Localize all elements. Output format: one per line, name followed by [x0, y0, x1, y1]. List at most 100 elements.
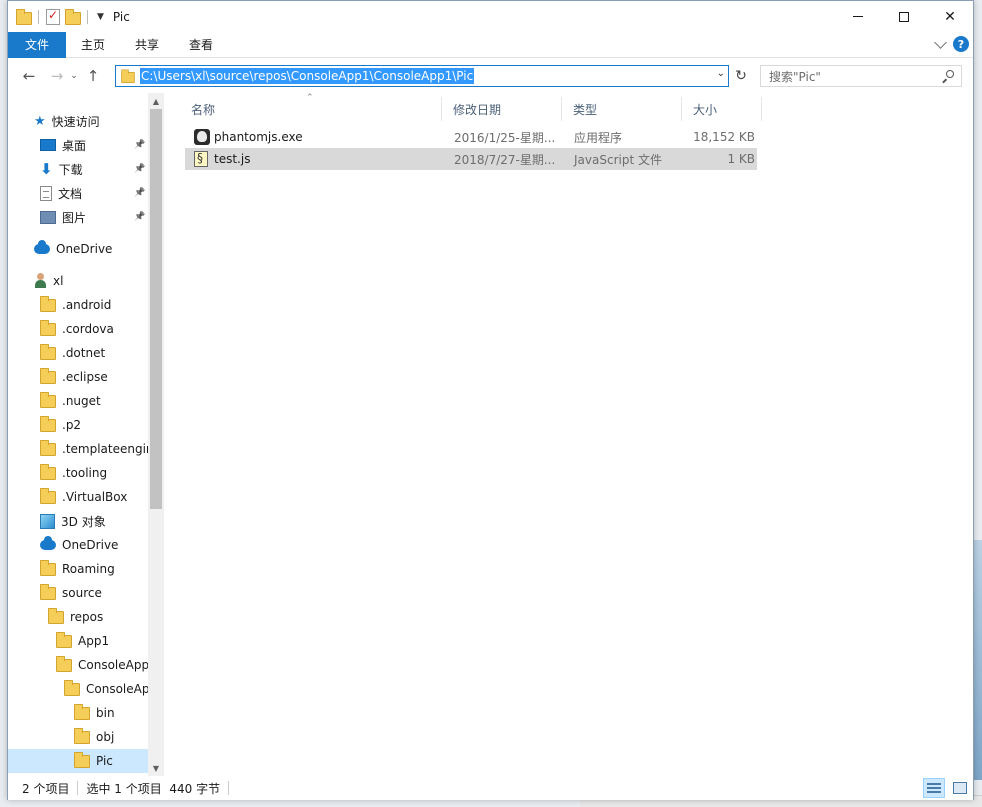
- folder-icon: [40, 391, 56, 408]
- expand-ribbon-chevron-icon[interactable]: [934, 35, 947, 49]
- tab-home[interactable]: 主页: [66, 32, 120, 58]
- sidebar-item-label: OneDrive: [62, 538, 119, 552]
- file-date: 2016/1/25-星期...: [454, 130, 556, 145]
- sidebar-item[interactable]: ConsoleAp: [8, 677, 148, 701]
- pin-icon[interactable]: 📌: [134, 140, 145, 150]
- sidebar-item[interactable]: ConsoleApp: [8, 653, 148, 677]
- sidebar-item[interactable]: ⬇ 下载 📌: [8, 157, 148, 181]
- file-type: JavaScript 文件: [574, 152, 662, 167]
- properties-icon[interactable]: [45, 8, 61, 25]
- onedrive-icon: [40, 536, 56, 550]
- sidebar-item[interactable]: .VirtualBox: [8, 485, 148, 509]
- sidebar-item[interactable]: .cordova: [8, 317, 148, 341]
- sidebar-item[interactable]: ★ 快速访问: [8, 109, 148, 133]
- folder-icon: [121, 69, 135, 84]
- sidebar-item[interactable]: .eclipse: [8, 365, 148, 389]
- item-count: 2 个项目: [22, 781, 70, 796]
- column-header-name[interactable]: 名称: [185, 97, 441, 121]
- sidebar-item-label: source: [62, 586, 102, 600]
- new-folder-icon[interactable]: [65, 8, 81, 25]
- sidebar-item[interactable]: Roaming: [8, 557, 148, 581]
- forward-arrow-icon[interactable]: →: [46, 65, 68, 87]
- star-icon: ★: [34, 113, 46, 129]
- address-bar[interactable]: C:\Users\xl\source\repos\ConsoleApp1\Con…: [115, 65, 729, 87]
- file-row[interactable]: phantomjs.exe 2016/1/25-星期... 应用程序 18,15…: [185, 126, 757, 148]
- address-dropdown-icon[interactable]: ⌄: [717, 68, 725, 79]
- folder-icon: [40, 415, 56, 432]
- help-icon[interactable]: ?: [953, 36, 969, 52]
- large-icons-view-button[interactable]: [949, 778, 971, 798]
- sidebar-item[interactable]: .dotnet: [8, 341, 148, 365]
- sidebar-item[interactable]: App1: [8, 629, 148, 653]
- sidebar-item[interactable]: .tooling: [8, 461, 148, 485]
- column-divider[interactable]: [561, 97, 562, 121]
- folder-icon: [56, 631, 72, 648]
- js-file-icon: [194, 148, 208, 170]
- sidebar-item[interactable]: .templateengin: [8, 437, 148, 461]
- download-icon: ⬇: [40, 160, 53, 178]
- sidebar-item[interactable]: 桌面 📌: [8, 133, 148, 157]
- sidebar-item[interactable]: 图片 📌: [8, 205, 148, 229]
- sidebar-item[interactable]: repos: [8, 605, 148, 629]
- sidebar-item[interactable]: 文档 📌: [8, 181, 148, 205]
- pin-icon[interactable]: 📌: [134, 212, 145, 222]
- recent-locations-chevron-icon[interactable]: ⌄: [68, 65, 80, 87]
- sidebar-item[interactable]: source: [8, 581, 148, 605]
- sidebar-item[interactable]: Pic: [8, 749, 148, 773]
- column-header-date[interactable]: 修改日期: [447, 97, 561, 121]
- file-type: 应用程序: [574, 130, 623, 145]
- column-header-type[interactable]: 类型: [567, 97, 681, 121]
- file-size: 18,152 KB: [693, 130, 755, 144]
- folder-icon: [74, 727, 90, 744]
- maximize-button[interactable]: [881, 1, 927, 32]
- selection-info: 选中 1 个项目 440 字节: [86, 781, 221, 796]
- search-placeholder: 搜索"Pic": [769, 69, 821, 84]
- search-icon[interactable]: [941, 69, 955, 83]
- sidebar-item[interactable]: OneDrive: [8, 237, 148, 261]
- toolbar-separator: [38, 9, 39, 24]
- sidebar-item-label: 文档: [58, 186, 83, 201]
- search-input[interactable]: 搜索"Pic": [760, 65, 962, 87]
- pin-icon[interactable]: 📌: [134, 164, 145, 174]
- minimize-button[interactable]: [835, 1, 881, 32]
- sidebar-item[interactable]: OneDrive: [8, 533, 148, 557]
- column-divider[interactable]: [761, 97, 762, 121]
- sidebar-item-label: Pic: [96, 754, 113, 768]
- close-button[interactable]: ✕: [927, 1, 973, 32]
- tab-share[interactable]: 共享: [120, 32, 174, 58]
- tab-view[interactable]: 查看: [174, 32, 228, 58]
- sidebar-item[interactable]: bin: [8, 701, 148, 725]
- folder-icon: [40, 559, 56, 576]
- back-arrow-icon[interactable]: ←: [18, 65, 40, 87]
- column-header-size[interactable]: 大小: [687, 97, 761, 121]
- sidebar-item[interactable]: .android: [8, 293, 148, 317]
- status-bar: 2 个项目 选中 1 个项目 440 字节: [8, 776, 973, 800]
- details-view-button[interactable]: [923, 778, 945, 798]
- sidebar-item[interactable]: 3D 对象: [8, 509, 148, 533]
- sidebar-item[interactable]: .p2: [8, 413, 148, 437]
- refresh-icon[interactable]: ↻: [731, 65, 751, 87]
- exe-icon: [194, 126, 210, 148]
- up-arrow-icon[interactable]: ↑: [82, 65, 104, 87]
- scroll-down-icon[interactable]: ▼: [148, 760, 164, 776]
- sidebar-item-label: .VirtualBox: [62, 490, 128, 504]
- scrollbar-thumb[interactable]: [150, 109, 162, 509]
- sidebar-item-label: 桌面: [62, 138, 87, 153]
- file-row-selected[interactable]: test.js 2018/7/27-星期... JavaScript 文件 1 …: [185, 148, 757, 170]
- column-divider[interactable]: [681, 97, 682, 121]
- sidebar-item[interactable]: .nuget: [8, 389, 148, 413]
- maximize-icon: [899, 11, 909, 22]
- customize-toolbar-dropdown[interactable]: ▼: [94, 12, 107, 22]
- sidebar-item[interactable]: obj: [8, 725, 148, 749]
- nav-scrollbar[interactable]: ▲ ▼: [148, 93, 164, 776]
- sidebar-item-label: repos: [70, 610, 104, 624]
- address-path[interactable]: C:\Users\xl\source\repos\ConsoleApp1\Con…: [140, 68, 475, 84]
- scroll-up-icon[interactable]: ▲: [148, 93, 164, 109]
- column-divider[interactable]: [441, 97, 442, 121]
- onedrive-icon: [34, 240, 50, 254]
- file-name: phantomjs.exe: [214, 130, 303, 144]
- sidebar-item[interactable]: xl: [8, 269, 148, 293]
- tab-file[interactable]: 文件: [8, 31, 67, 58]
- sidebar-item-label: .templateengin: [62, 442, 148, 456]
- pin-icon[interactable]: 📌: [134, 188, 145, 198]
